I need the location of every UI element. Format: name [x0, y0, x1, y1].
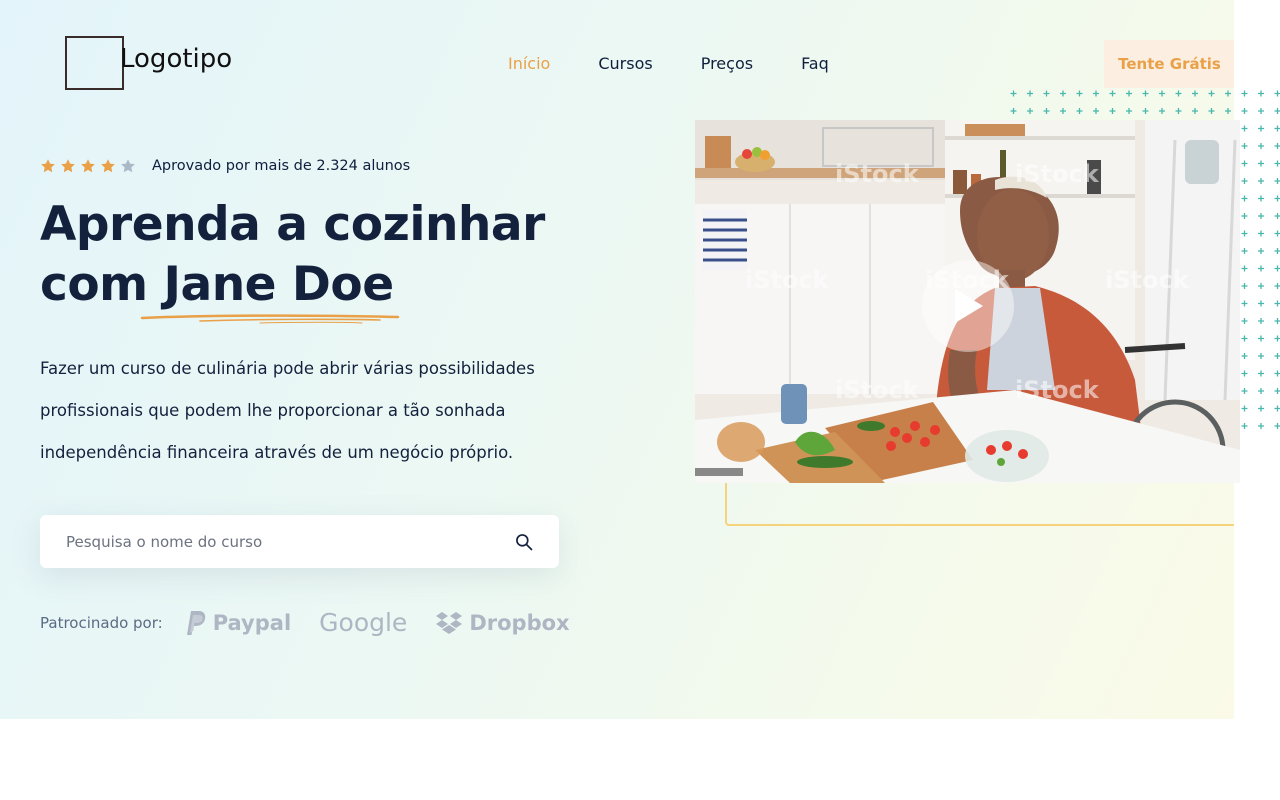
sponsor-dropbox: Dropbox — [435, 610, 570, 635]
sponsors-row: Patrocinado por: Paypal Google Dropbox — [40, 608, 598, 637]
headline-line-2: com Jane Doe — [40, 257, 394, 312]
brush-underline-decoration — [140, 314, 400, 324]
sponsor-google: Google — [319, 608, 407, 637]
course-search-bar — [40, 515, 559, 568]
search-input[interactable] — [66, 532, 486, 551]
paypal-icon — [186, 610, 205, 635]
logo-placeholder-box[interactable] — [65, 36, 124, 90]
svg-text:iStock: iStock — [745, 266, 830, 294]
search-icon[interactable] — [514, 532, 534, 552]
dropbox-icon — [436, 611, 463, 634]
sponsors-label: Patrocinado por: — [40, 613, 163, 632]
sponsor-google-label: Google — [319, 608, 408, 637]
sponsor-dropbox-label: Dropbox — [469, 610, 570, 635]
play-icon — [955, 289, 983, 323]
headline-line-1: Aprenda a cozinhar — [40, 197, 545, 252]
svg-text:iStock: iStock — [1015, 160, 1100, 188]
rating-row: Aprovado por mais de 2.324 alunos — [40, 158, 410, 174]
sponsor-paypal: Paypal — [183, 609, 291, 637]
logo-text[interactable]: Logotipo — [120, 44, 232, 74]
hero-description: Fazer um curso de culinária pode abrir v… — [40, 359, 535, 462]
svg-text:iStock: iStock — [1105, 266, 1190, 294]
nav-item-precos[interactable]: Preços — [701, 54, 753, 73]
star-icon — [101, 159, 115, 173]
star-icon — [61, 159, 75, 173]
try-free-button[interactable]: Tente Grátis — [1104, 40, 1234, 88]
star-rating — [40, 158, 140, 174]
nav-item-inicio[interactable]: Início — [508, 54, 550, 73]
play-button[interactable] — [922, 260, 1014, 352]
nav-item-cursos[interactable]: Cursos — [598, 54, 652, 73]
nav-item-faq[interactable]: Faq — [801, 54, 829, 73]
rating-text: Aprovado por mais de 2.324 alunos — [152, 158, 411, 174]
svg-text:iStock: iStock — [1015, 376, 1100, 404]
sponsor-paypal-label: Paypal — [212, 610, 292, 635]
star-icon — [41, 159, 55, 173]
star-empty-icon — [121, 159, 135, 173]
star-icon — [81, 159, 95, 173]
svg-text:iStock: iStock — [835, 376, 920, 404]
svg-text:iStock: iStock — [835, 160, 920, 188]
page-title: Aprenda a cozinhar com Jane Doe — [40, 195, 640, 315]
main-nav: Início Cursos Preços Faq — [508, 54, 829, 73]
